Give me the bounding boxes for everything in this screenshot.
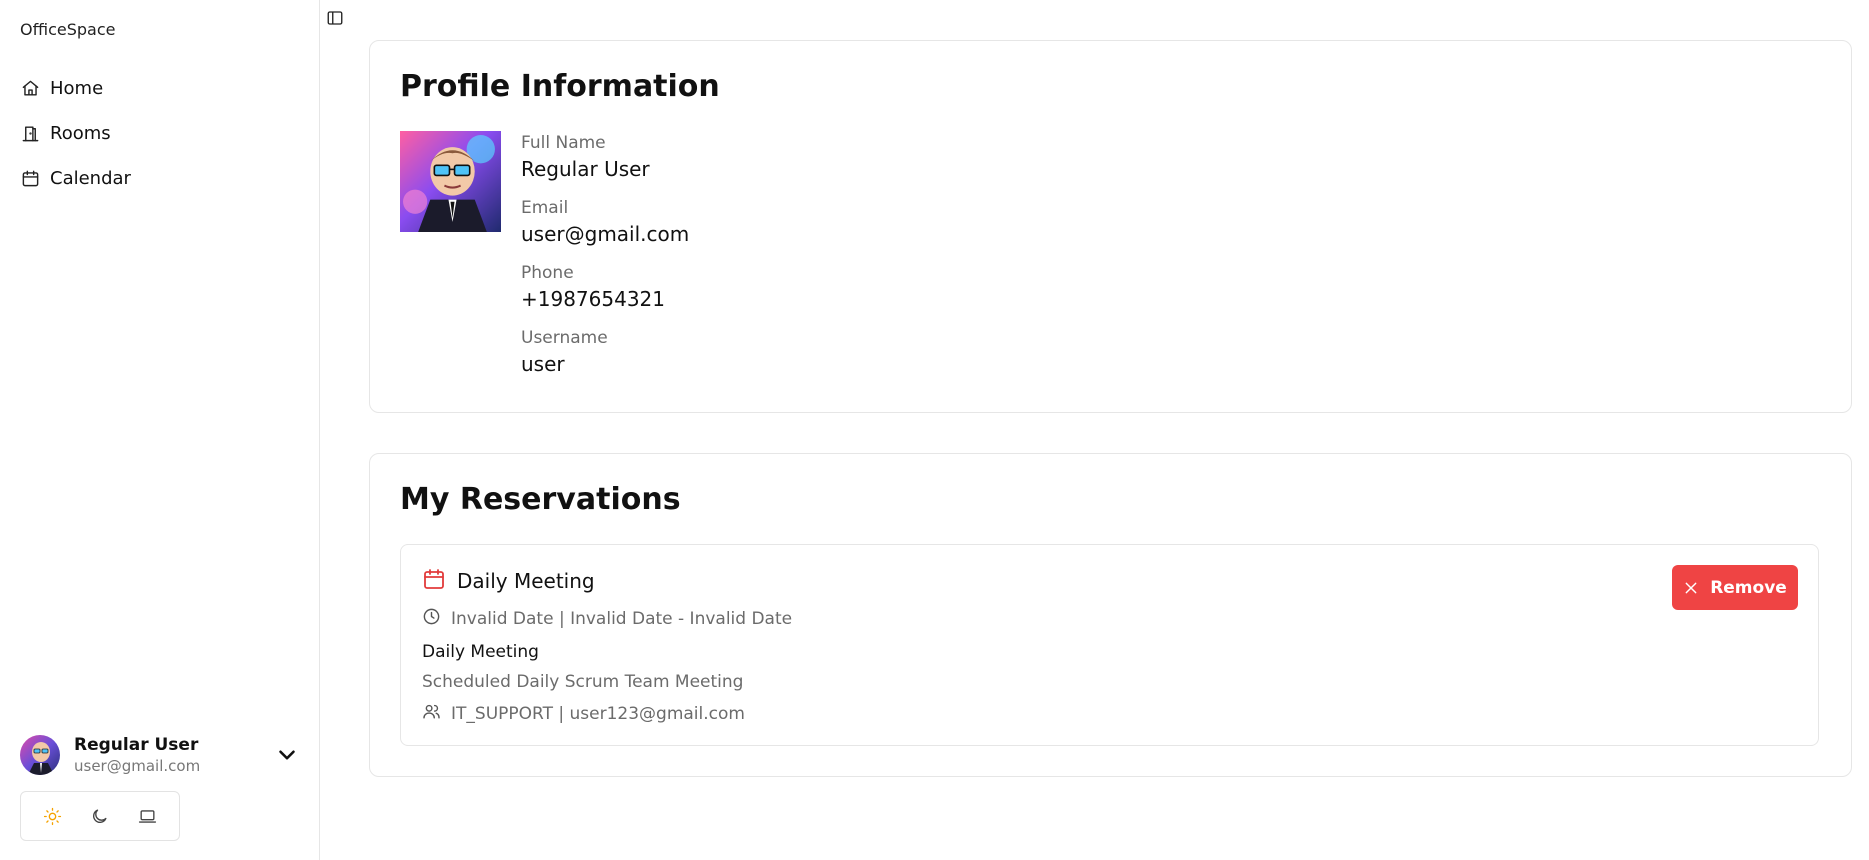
chevron-down-icon[interactable]	[274, 742, 300, 768]
field-label: Username	[521, 328, 608, 348]
remove-label: Remove	[1710, 577, 1787, 598]
remove-button[interactable]: Remove	[1672, 565, 1798, 610]
page-title: Profile Information	[400, 69, 720, 104]
field-value: user@gmail.com	[521, 222, 690, 246]
reservation-header: Daily Meeting	[422, 567, 595, 595]
field-label: Phone	[521, 263, 574, 283]
calendar-icon	[20, 169, 40, 189]
sidebar-item-rooms[interactable]: Rooms	[20, 111, 310, 156]
home-icon	[20, 79, 40, 99]
reservations-card: My Reservations Daily Meeting Invalid Da…	[369, 453, 1852, 777]
field-full-name: Full Name Regular User	[521, 133, 689, 198]
brand-name[interactable]: OfficeSpace	[20, 20, 115, 39]
sidebar-item-calendar[interactable]: Calendar	[20, 156, 310, 201]
close-icon	[1685, 582, 1697, 593]
sidebar-item-home[interactable]: Home	[20, 66, 310, 111]
field-label: Full Name	[521, 133, 606, 153]
laptop-icon[interactable]	[132, 801, 162, 831]
sidebar: OfficeSpace Home Rooms Calendar Regular …	[0, 0, 320, 860]
avatar	[20, 735, 60, 775]
user-info: Regular User user@gmail.com	[74, 735, 200, 775]
reservation-attendees-text: IT_SUPPORT | user123@gmail.com	[451, 704, 745, 724]
field-value: +1987654321	[521, 287, 666, 311]
clock-icon	[422, 607, 451, 631]
reservation-title: Daily Meeting	[457, 569, 595, 593]
moon-icon[interactable]	[85, 801, 115, 831]
reservation-name: Daily Meeting	[422, 642, 539, 662]
sidebar-toggle-icon[interactable]	[326, 9, 346, 29]
theme-switcher	[20, 791, 180, 841]
field-phone: Phone +1987654321	[521, 263, 689, 328]
sidebar-item-label: Rooms	[50, 123, 111, 144]
field-username: Username user	[521, 328, 689, 393]
profile-avatar	[400, 131, 501, 232]
calendar-icon	[422, 567, 446, 595]
door-icon	[20, 124, 40, 144]
user-menu[interactable]: Regular User user@gmail.com	[20, 732, 300, 778]
reservation-item: Daily Meeting Invalid Date | Invalid Dat…	[400, 544, 1819, 746]
users-icon	[422, 702, 451, 726]
reservation-description: Scheduled Daily Scrum Team Meeting	[422, 672, 744, 692]
sun-icon[interactable]	[38, 801, 68, 831]
reservation-time-text: Invalid Date | Invalid Date - Invalid Da…	[451, 609, 793, 629]
sidebar-item-label: Calendar	[50, 168, 131, 189]
reservation-attendees: IT_SUPPORT | user123@gmail.com	[422, 702, 745, 726]
sidebar-nav: Home Rooms Calendar	[20, 66, 310, 201]
profile-fields: Full Name Regular User Email user@gmail.…	[521, 133, 689, 393]
field-value: Regular User	[521, 157, 650, 181]
field-value: user	[521, 352, 565, 376]
field-email: Email user@gmail.com	[521, 198, 689, 263]
user-name: Regular User	[74, 735, 199, 755]
section-title: My Reservations	[400, 482, 681, 517]
sidebar-item-label: Home	[50, 78, 104, 99]
reservation-time: Invalid Date | Invalid Date - Invalid Da…	[422, 607, 792, 631]
user-email: user@gmail.com	[74, 757, 201, 775]
profile-card: Profile Information Full Name Regular Us…	[369, 40, 1852, 413]
field-label: Email	[521, 198, 569, 218]
